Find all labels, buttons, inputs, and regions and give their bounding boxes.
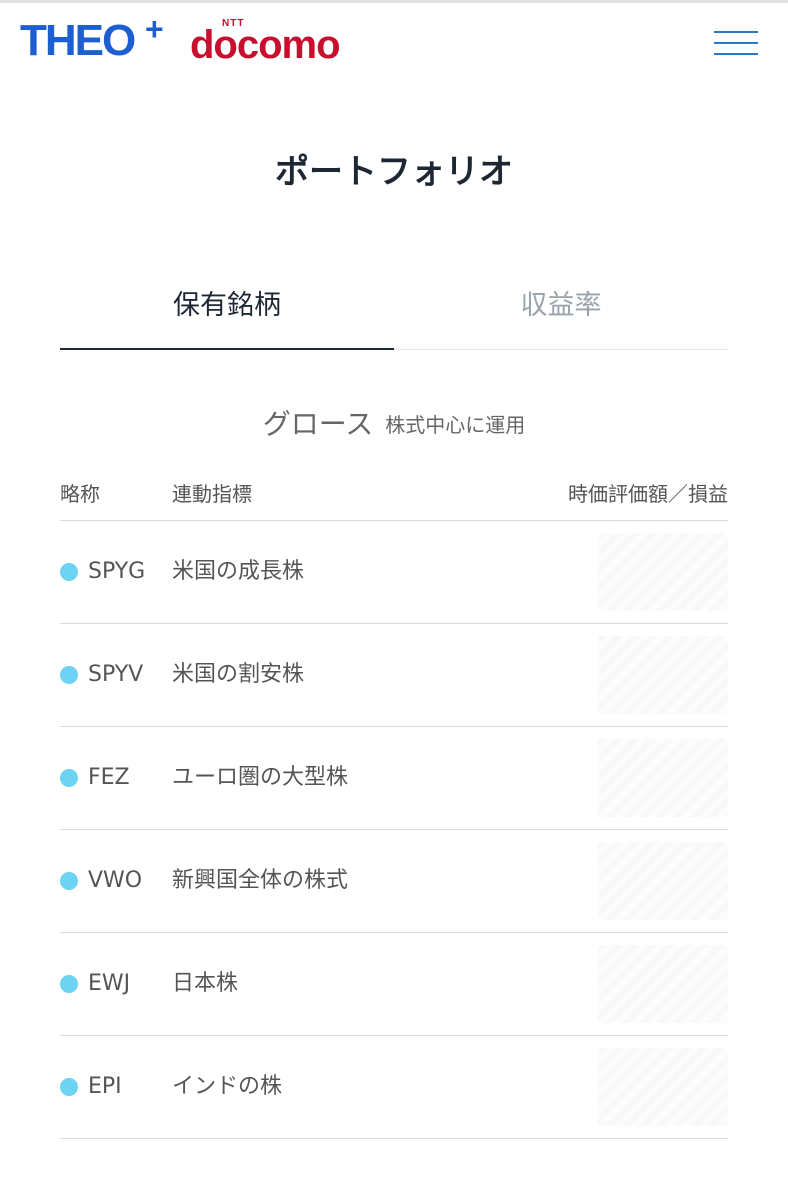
fund-ticker: SPYV (88, 662, 144, 687)
column-header-index: 連動指標 (172, 482, 252, 506)
fund-dot-icon (60, 872, 78, 890)
menu-line (714, 53, 758, 55)
table-row[interactable]: EPI インドの株 (60, 1036, 728, 1139)
table-row[interactable]: EWJ 日本株 (60, 933, 728, 1036)
fund-index: 日本株 (172, 971, 239, 996)
table-row[interactable]: SPYG 米国の成長株 (60, 521, 728, 624)
theo-logo-plus: + (145, 11, 164, 47)
column-header-value: 時価評価額／損益 (568, 482, 728, 506)
section-heading: グロース 株式中心に運用 (0, 402, 788, 447)
fund-ticker: EWJ (88, 971, 131, 996)
fund-value-redacted (598, 533, 728, 611)
menu-line (714, 31, 758, 33)
table-row[interactable]: FEZ ユーロ圏の大型株 (60, 727, 728, 830)
fund-ticker: FEZ (88, 765, 130, 790)
fund-dot-icon (60, 769, 78, 787)
section-name: グロース (262, 407, 374, 441)
section-description: 株式中心に運用 (385, 412, 526, 437)
fund-value-redacted (598, 945, 728, 1023)
fund-index: インドの株 (172, 1074, 283, 1099)
fund-ticker: SPYG (88, 559, 146, 584)
portfolio-tabs: 保有銘柄 収益率 (60, 270, 728, 350)
menu-line (714, 42, 758, 44)
fund-dot-icon (60, 975, 78, 993)
fund-value-redacted (598, 842, 728, 920)
fund-value-redacted (598, 739, 728, 817)
docomo-logo: docomo (190, 23, 341, 67)
fund-ticker: EPI (88, 1074, 122, 1099)
fund-value-redacted (598, 1048, 728, 1126)
column-header-abbreviation: 略称 (60, 482, 100, 506)
fund-dot-icon (60, 666, 78, 684)
tab-returns[interactable]: 収益率 (394, 270, 728, 350)
table-row[interactable]: SPYV 米国の割安株 (60, 624, 728, 727)
fund-ticker: VWO (88, 868, 143, 893)
hamburger-menu-icon[interactable] (714, 27, 758, 59)
page-title: ポートフォリオ (275, 152, 513, 192)
fund-index: 米国の割安株 (172, 662, 305, 687)
tab-holdings[interactable]: 保有銘柄 (60, 270, 394, 350)
site-header: THEO + NTT docomo (0, 3, 788, 83)
fund-index: ユーロ圏の大型株 (172, 765, 349, 790)
fund-value-redacted (598, 636, 728, 714)
fund-dot-icon (60, 563, 78, 581)
table-row[interactable]: VWO 新興国全体の株式 (60, 830, 728, 933)
theo-logo[interactable]: THEO (20, 17, 136, 65)
fund-index: 新興国全体の株式 (172, 868, 349, 893)
fund-dot-icon (60, 1078, 78, 1096)
fund-index: 米国の成長株 (172, 559, 305, 584)
